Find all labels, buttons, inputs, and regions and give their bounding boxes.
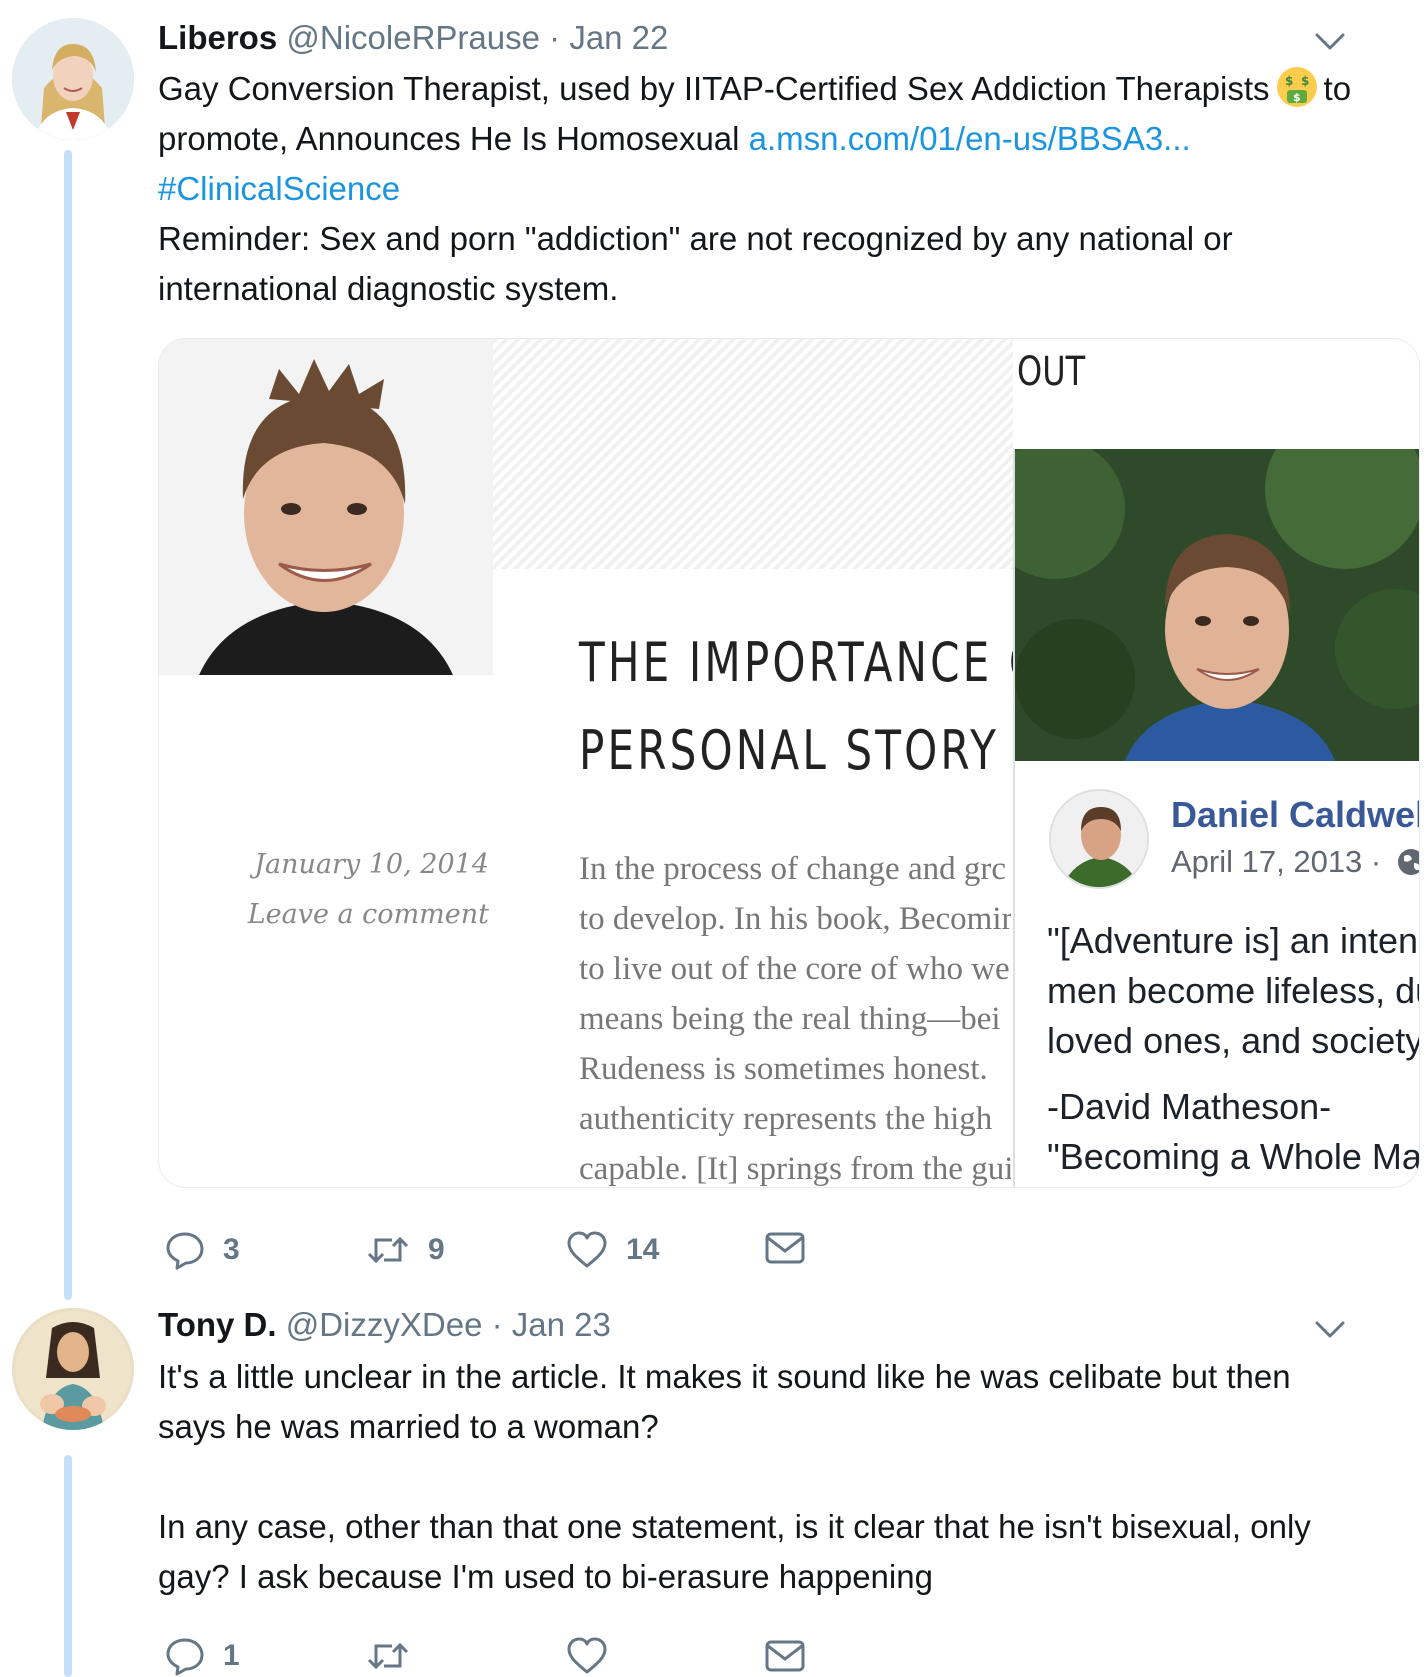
reply-count: 1: [223, 1639, 240, 1672]
blog-comment-link: Leave a comment: [247, 899, 489, 930]
thread-line: [64, 1455, 72, 1677]
tweet-text: It's a little unclear in the article. It…: [158, 1352, 1423, 1602]
blog-portrait-image: [159, 339, 493, 675]
chevron-down-icon[interactable]: [1313, 24, 1347, 58]
facebook-author-name: Daniel Caldwell: [1171, 794, 1420, 835]
facebook-quote-attribution: -David Matheson-: [1047, 1086, 1332, 1127]
retweet-icon: [367, 1642, 409, 1670]
author-handle[interactable]: @DizzyXDee: [286, 1306, 483, 1343]
tweet-text-line: says he was married to a woman?: [158, 1408, 659, 1445]
like-button[interactable]: [566, 1636, 626, 1676]
like-count: 14: [626, 1233, 660, 1266]
facebook-date-text: April 17, 2013 ·: [1171, 844, 1382, 879]
tweet-text-line: In any case, other than that one stateme…: [158, 1508, 1311, 1545]
facebook-quote-line: loved ones, and society.: [1047, 1020, 1420, 1061]
tweet-text-line: gay? I ask because I'm used to bi-erasur…: [158, 1558, 933, 1595]
blog-title-line: PERSONAL STORY: [579, 719, 999, 782]
avatar[interactable]: [12, 18, 134, 140]
tweet-text-spacer: [158, 1452, 1423, 1502]
tweet-text-segment: Gay Conversion Therapist, used by IITAP-…: [158, 70, 1270, 107]
facebook-avatar: [1049, 789, 1149, 889]
blog-body: In the process of change and grc to deve…: [579, 844, 1011, 1187]
reply-count: 3: [223, 1233, 240, 1266]
facebook-post-screenshot: Daniel Caldwell April 17, 2013 · "[Adven…: [1013, 449, 1420, 1187]
blog-body-line: means being the real thing—bei: [579, 1001, 1001, 1037]
tweet-text-line: Reminder: Sex and porn "addiction" are n…: [158, 220, 1233, 257]
blog-body-line: to live out of the core of who we: [579, 951, 1010, 987]
envelope-icon: [765, 1232, 805, 1264]
like-button[interactable]: 14: [566, 1230, 659, 1270]
chevron-down-icon[interactable]: [1313, 1312, 1347, 1346]
retweet-count: 9: [428, 1233, 445, 1266]
tweet-text-line: It's a little unclear in the article. It…: [158, 1358, 1291, 1395]
author-name[interactable]: Liberos: [158, 19, 277, 56]
svg-text:$: $: [1285, 74, 1293, 88]
reply-icon: [166, 1638, 204, 1676]
reply-button[interactable]: 3: [165, 1230, 240, 1270]
author-handle[interactable]: @NicoleRPrause: [286, 19, 540, 56]
blog-post-date: January 10, 2014: [254, 849, 489, 880]
date-separator: ·: [491, 1306, 512, 1343]
direct-message-button[interactable]: [765, 1638, 805, 1674]
tweet-date[interactable]: Jan 22: [569, 19, 668, 56]
date-separator: ·: [549, 19, 570, 56]
retweet-button[interactable]: [366, 1636, 428, 1676]
tweet-text: Gay Conversion Therapist, used by IITAP-…: [158, 64, 1423, 314]
tweet-text-line: international diagnostic system.: [158, 270, 619, 307]
heart-icon: [567, 1637, 607, 1674]
blog-header-out: OUT: [1017, 349, 1086, 395]
tweet-text-line: #ClinicalScience: [158, 164, 1423, 214]
svg-text:$: $: [1293, 91, 1301, 104]
envelope-icon: [765, 1640, 805, 1672]
tweet-text-line: Gay Conversion Therapist, used by IITAP-…: [158, 64, 1423, 114]
hashtag-link[interactable]: #ClinicalScience: [158, 170, 400, 207]
avatar-image: [12, 1308, 134, 1430]
facebook-post-date: April 17, 2013 ·: [1171, 844, 1419, 880]
facebook-quote-line: "[Adventure is] an intens: [1047, 920, 1420, 961]
blog-body-line: capable. [It] springs from the gui: [579, 1151, 1011, 1187]
thread-line: [64, 150, 72, 1300]
tweet-date[interactable]: Jan 23: [512, 1306, 611, 1343]
facebook-quote-book: "Becoming a Whole Mar: [1047, 1136, 1420, 1177]
tweet-text-segment: promote, Announces He Is Homosexual: [158, 120, 740, 157]
avatar-image: [12, 18, 134, 140]
tweet-media[interactable]: OUT THE IMPORTANCE OF PERSONAL STORY Jan…: [158, 338, 1420, 1188]
globe-icon: [1397, 849, 1419, 875]
blog-body-line: to develop. In his book, Becomir: [579, 901, 1011, 937]
money-mouth-face-icon: $ $ $: [1276, 66, 1318, 108]
blog-header-pattern: [493, 339, 1013, 569]
facebook-quote-line: men become lifeless, du: [1047, 970, 1420, 1011]
tweet-text-segment: to: [1323, 70, 1352, 107]
reply-button[interactable]: 1: [165, 1636, 240, 1676]
article-link[interactable]: a.msn.com/01/en-us/BBSA3...: [749, 120, 1191, 157]
retweet-icon: [367, 1236, 409, 1264]
blog-body-line: Rudeness is sometimes honest.: [579, 1051, 988, 1087]
facebook-post-photo: [1015, 449, 1419, 761]
tweet-header: Tony D. @DizzyXDee · Jan 23: [158, 1305, 611, 1345]
blog-body-line: authenticity represents the high: [579, 1101, 993, 1137]
blog-body-line: In the process of change and grc: [579, 851, 1006, 887]
avatar[interactable]: [12, 1308, 134, 1430]
blog-title-line: THE IMPORTANCE OF: [579, 631, 1073, 694]
retweet-button[interactable]: 9: [366, 1230, 445, 1270]
tweet-text-line: promote, Announces He Is Homosexual a.ms…: [158, 114, 1423, 164]
reply-icon: [166, 1232, 204, 1270]
author-name[interactable]: Tony D.: [158, 1306, 277, 1343]
svg-text:$: $: [1301, 74, 1309, 88]
tweet-header: Liberos @NicoleRPrause · Jan 22: [158, 18, 668, 58]
direct-message-button[interactable]: [765, 1230, 805, 1266]
heart-icon: [567, 1231, 607, 1268]
